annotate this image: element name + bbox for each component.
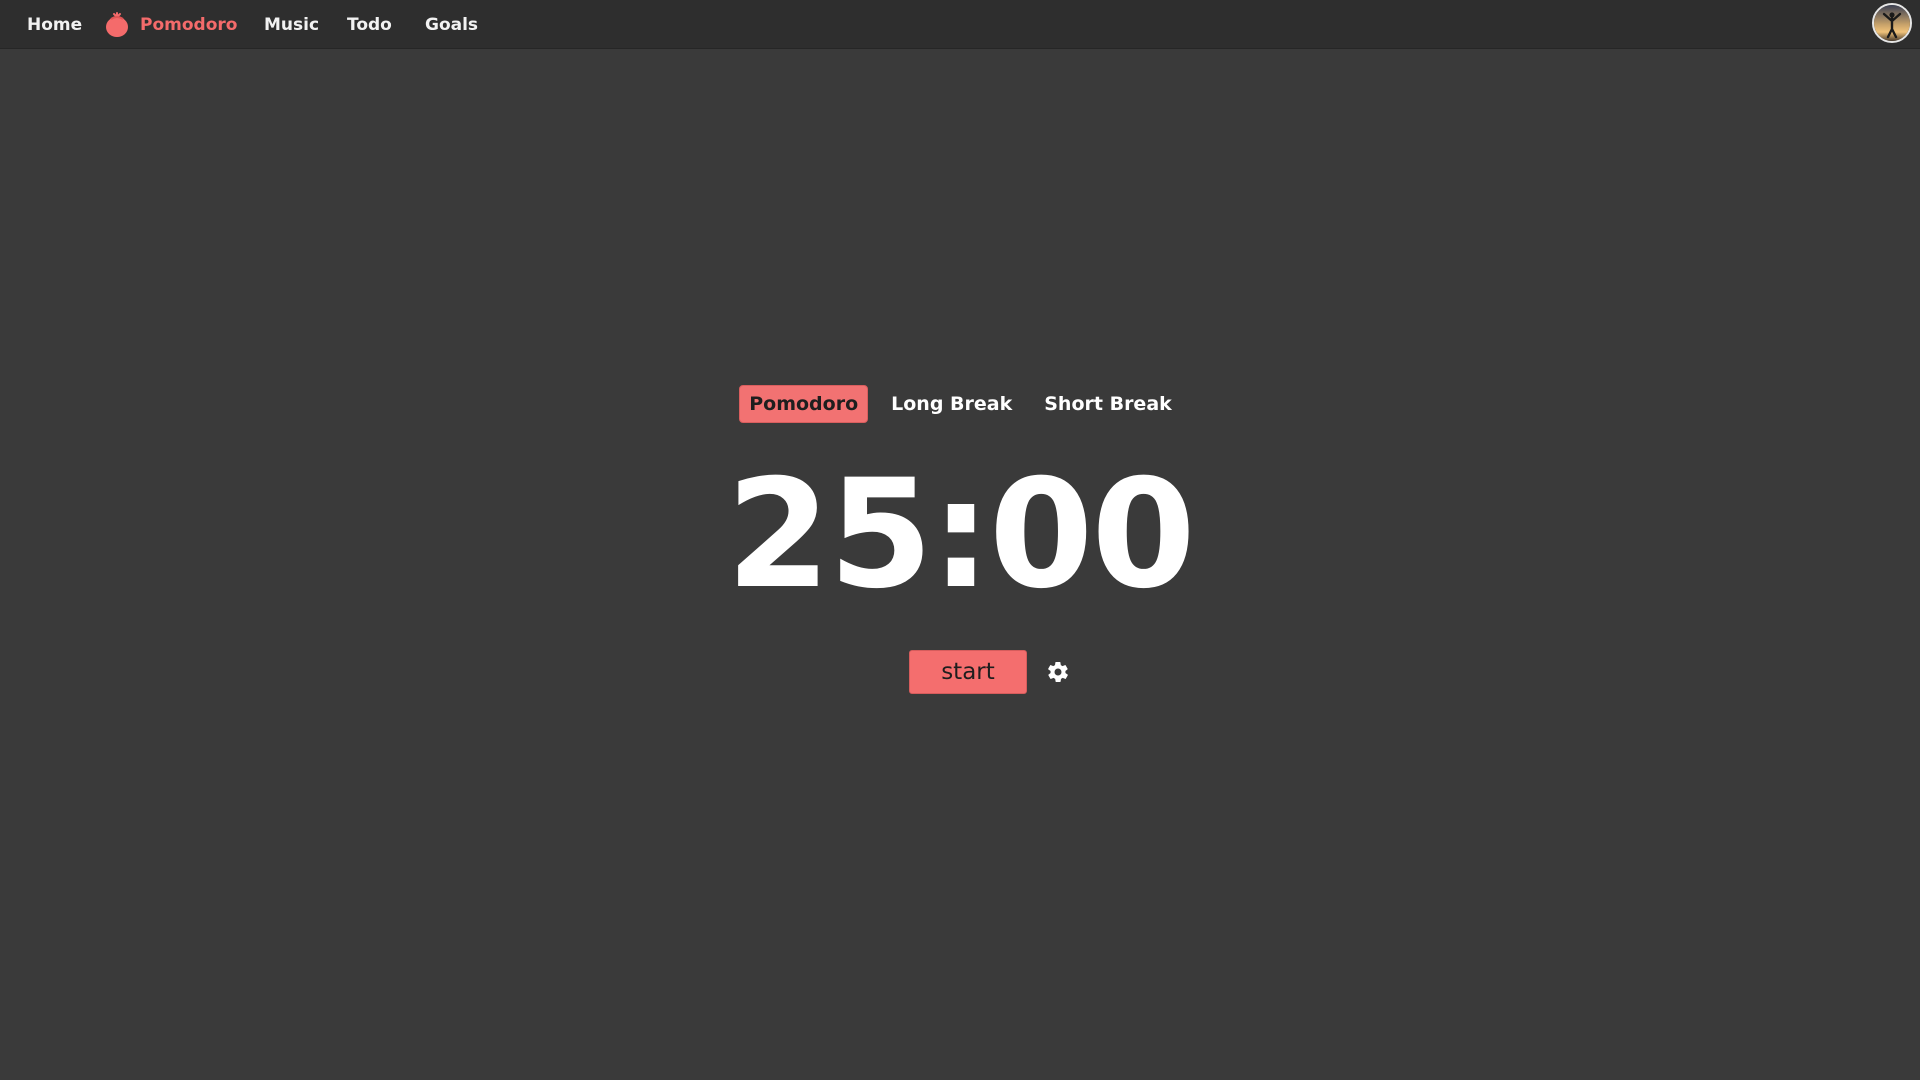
tab-long-break-label: Long Break: [891, 393, 1013, 415]
nav-music-link[interactable]: Music: [264, 0, 319, 49]
nav-todo-link[interactable]: Todo: [347, 0, 392, 49]
nav-goals-label: Goals: [425, 14, 479, 35]
tab-pomodoro-label: Pomodoro: [749, 393, 859, 415]
nav-home-link[interactable]: Home: [27, 0, 82, 49]
nav-pomodoro-label: Pomodoro: [140, 14, 238, 35]
tab-pomodoro[interactable]: Pomodoro: [739, 385, 869, 423]
tab-long-break[interactable]: Long Break: [882, 385, 1021, 423]
top-navigation-bar: Home Pomodoro Music Todo Goals: [0, 0, 1920, 49]
start-button[interactable]: start: [909, 650, 1027, 694]
tab-short-break[interactable]: Short Break: [1035, 385, 1181, 423]
nav-pomodoro-link[interactable]: Pomodoro: [104, 0, 237, 49]
timer-controls: start: [0, 650, 1920, 694]
timer-display: 25:00: [726, 448, 1195, 622]
nav-home-label: Home: [27, 14, 83, 35]
nav-goals-link[interactable]: Goals: [425, 0, 478, 49]
user-avatar[interactable]: [1872, 3, 1912, 43]
timer-mode-tabs: Pomodoro Long Break Short Break: [0, 385, 1920, 423]
nav-music-label: Music: [264, 14, 320, 35]
gear-icon[interactable]: [1045, 659, 1071, 685]
start-button-label: start: [941, 659, 995, 685]
tab-short-break-label: Short Break: [1044, 393, 1172, 415]
nav-todo-label: Todo: [347, 14, 392, 35]
tomato-icon: [104, 11, 130, 38]
